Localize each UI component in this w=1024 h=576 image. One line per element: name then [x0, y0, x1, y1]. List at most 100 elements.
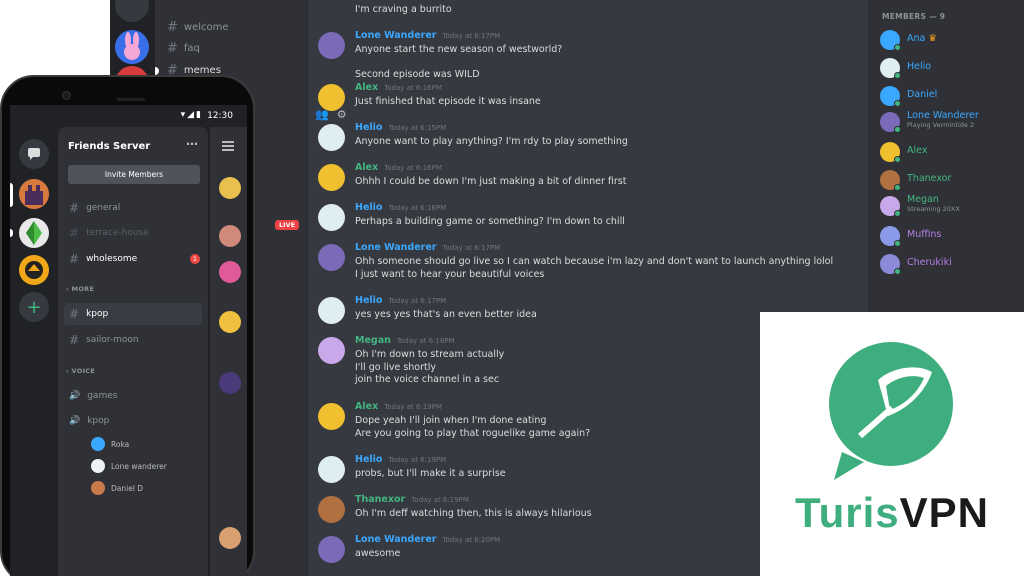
message-author[interactable]: Thanexor Today at 6:19PM	[355, 494, 469, 505]
unread-pill	[10, 229, 13, 237]
voice-user[interactable]: Daniel D	[91, 480, 143, 496]
message-author[interactable]: Alex Today at 6:16PM	[355, 162, 442, 173]
avatar[interactable]	[318, 456, 345, 483]
message-author[interactable]: Helio Today at 6:16PM	[355, 202, 446, 213]
online-status-icon	[894, 268, 901, 275]
channel-terrace-house[interactable]: # terrace-house	[64, 222, 202, 244]
helmet-server-icon[interactable]	[19, 255, 49, 285]
message-timestamp: Today at 6:16PM	[388, 204, 447, 212]
avatar	[219, 177, 241, 199]
channel-wholesome[interactable]: # wholesome 1	[64, 248, 202, 270]
member-item[interactable]: Daniel	[880, 86, 1020, 110]
member-name: Lone Wanderer	[907, 110, 979, 121]
mention-badge: 1	[190, 254, 200, 264]
avatar[interactable]	[318, 164, 345, 191]
hamburger-icon[interactable]	[222, 141, 234, 151]
avatar[interactable]	[318, 337, 345, 364]
message-author[interactable]: Megan Today at 6:18PM	[355, 335, 455, 346]
more-options-icon[interactable]: ⋯	[186, 137, 198, 151]
avatar[interactable]	[318, 84, 345, 111]
channel-welcome[interactable]: # welcome	[167, 20, 229, 35]
member-item[interactable]: Thanexor	[880, 170, 1020, 194]
active-pill	[10, 183, 13, 207]
channel-sailor-moon[interactable]: # sailor-moon	[64, 329, 202, 351]
avatar[interactable]	[318, 204, 345, 231]
phone-server-rail: +	[10, 127, 58, 576]
message-line: Anyone start the new season of westworld…	[355, 44, 563, 55]
plumbob-server-icon[interactable]	[19, 218, 49, 248]
member-name: Helio	[907, 61, 931, 72]
category-more[interactable]: › MORE	[66, 285, 94, 293]
message-line: I'll go live shortly	[355, 361, 437, 373]
member-name: Alex	[907, 145, 927, 156]
member-item[interactable]: Alex	[880, 142, 1020, 166]
logo-wordmark: TurisVPN	[795, 489, 989, 536]
members-header: MEMBERS — 9	[882, 12, 946, 21]
message-body: yes yes yes that's an even better idea	[355, 309, 537, 322]
message-timestamp: Today at 6:17PM	[442, 244, 501, 252]
member-item[interactable]: Ana ♛	[880, 30, 1020, 54]
online-status-icon	[894, 126, 901, 133]
online-status-icon	[894, 100, 901, 107]
invite-members-button[interactable]: Invite Members	[68, 165, 200, 184]
avatar[interactable]	[318, 403, 345, 430]
server-icon[interactable]	[115, 0, 149, 22]
message-author[interactable]: Alex Today at 6:19PM	[355, 401, 442, 412]
avatar[interactable]	[318, 297, 345, 324]
message-timestamp: Today at 6:19PM	[388, 456, 447, 464]
turisvpn-logo: TurisVPN	[760, 312, 1024, 576]
member-name-text: Alex	[907, 145, 928, 156]
channel-general[interactable]: # general	[64, 197, 202, 219]
avatar[interactable]	[318, 496, 345, 523]
channel-faq[interactable]: # faq	[167, 41, 200, 56]
bunny-server-icon[interactable]	[115, 30, 149, 64]
avatar[interactable]	[318, 536, 345, 563]
member-name: Ana ♛	[907, 33, 937, 44]
peek-panel	[210, 127, 247, 576]
message-author[interactable]: Alex Today at 6:16PM	[355, 82, 442, 93]
avatar	[91, 459, 105, 473]
message-author[interactable]: Helio Today at 6:19PM	[355, 454, 446, 465]
message-line: Ohh someone should go live so I can watc…	[355, 256, 834, 267]
crown-icon: ♛	[928, 33, 937, 44]
message-body: probs, but I'll make it a surprise	[355, 468, 506, 481]
member-item[interactable]: Lone Wanderer Playing Vermintide 2	[880, 110, 1020, 136]
member-name-text: Daniel	[907, 89, 938, 100]
message-body: Dope yeah I'll join when I'm done eating…	[355, 415, 590, 440]
avatar	[91, 481, 105, 495]
member-name-text: Lone Wanderer	[907, 110, 979, 121]
message-author[interactable]: Lone Wanderer Today at 6:17PM	[355, 242, 500, 253]
message-line: awesome	[355, 548, 401, 559]
member-activity: Playing Vermintide 2	[907, 121, 975, 129]
member-item[interactable]: Cherukiki	[880, 254, 1020, 278]
message-body: Oh I'm deff watching then, this is alway…	[355, 508, 592, 521]
message-author[interactable]: Helio Today at 6:17PM	[355, 295, 446, 306]
member-item[interactable]: Megan Streaming 20XX	[880, 194, 1020, 220]
phone-device: ▾◢▮ 12:30 + Friends Server ⋯ Invite Memb…	[0, 75, 255, 576]
member-name-text: Ana	[907, 33, 926, 44]
message-body: Just finished that episode it was insane	[355, 96, 541, 109]
avatar[interactable]	[318, 244, 345, 271]
message-author[interactable]: Lone Wanderer Today at 6:17PM	[355, 30, 500, 41]
channel-kpop[interactable]: # kpop	[64, 303, 202, 325]
chat-bubble-icon[interactable]	[19, 139, 49, 169]
message-line: Anyone want to play anything? I'm rdy to…	[355, 136, 628, 147]
member-name-text: Helio	[907, 61, 932, 72]
message-author[interactable]: Lone Wanderer Today at 6:20PM	[355, 534, 500, 545]
avatar[interactable]	[318, 32, 345, 59]
voice-user[interactable]: Lone wanderer	[91, 458, 167, 474]
message-timestamp: Today at 6:20PM	[442, 536, 501, 544]
castle-server-icon[interactable]	[19, 179, 49, 209]
message-line: probs, but I'll make it a surprise	[355, 468, 506, 479]
member-item[interactable]: Helio	[880, 58, 1020, 82]
voice-user[interactable]: Roka	[91, 436, 129, 452]
member-item[interactable]: Muffins	[880, 226, 1020, 250]
hash-icon: #	[69, 307, 80, 321]
hash-icon: #	[69, 226, 80, 240]
message-author[interactable]: Helio Today at 6:15PM	[355, 122, 446, 133]
avatar[interactable]	[318, 124, 345, 151]
voice-channel-kpop[interactable]: 🔊 kpop	[64, 410, 202, 432]
voice-channel-games[interactable]: 🔊 games	[64, 385, 202, 407]
category-voice[interactable]: › VOICE	[66, 367, 95, 375]
add-server-icon[interactable]: +	[19, 292, 49, 322]
